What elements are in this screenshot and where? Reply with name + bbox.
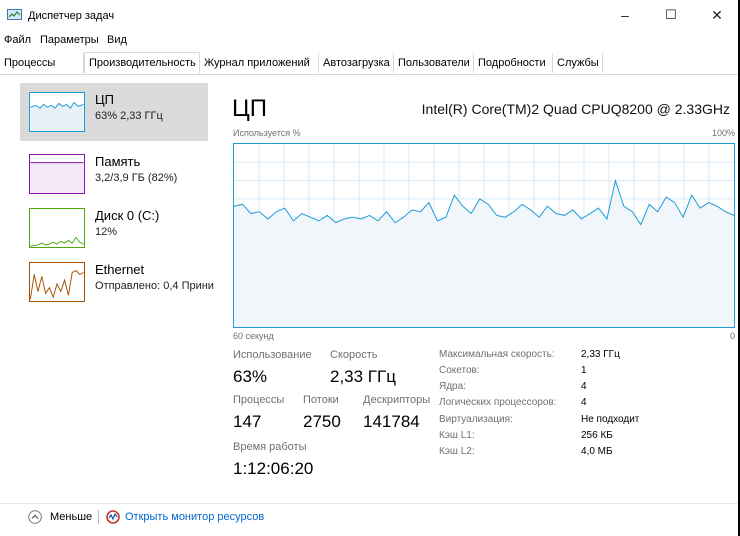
cpu-detail-panel: ЦП Intel(R) Core(TM)2 Quad CPUQ8200 @ 2.…: [218, 75, 738, 495]
tab-app-history[interactable]: Журнал приложений: [200, 53, 319, 73]
threads-label: Потоки: [303, 394, 339, 406]
sidebar-memory-subtitle: 3,2/3,9 ГБ (82%): [95, 172, 178, 184]
sidebar-memory-title: Память: [95, 154, 141, 169]
menu-bar: Файл Параметры Вид: [0, 30, 738, 50]
usage-label: Использование: [233, 349, 312, 361]
title-bar: Диспетчер задач – ☐ ✕: [0, 0, 738, 30]
minimize-button[interactable]: –: [602, 0, 648, 30]
cpu-model-name: Intel(R) Core(TM)2 Quad CPUQ8200 @ 2.33G…: [421, 101, 730, 117]
l2-cache-label: Кэш L2:: [439, 446, 475, 457]
page-title: ЦП: [232, 95, 268, 122]
tab-performance[interactable]: Производительность: [84, 52, 200, 74]
virtualization-label: Виртуализация:: [439, 414, 513, 425]
max-speed-value: 2,33 ГГц: [581, 349, 620, 360]
task-manager-window: Диспетчер задач – ☐ ✕ Файл Параметры Вид…: [0, 0, 738, 536]
menu-file[interactable]: Файл: [4, 34, 31, 46]
task-manager-icon: [7, 9, 22, 20]
menu-view[interactable]: Вид: [107, 34, 127, 46]
handles-value: 141784: [363, 412, 420, 431]
l2-cache-value: 4,0 МБ: [581, 446, 613, 457]
logical-processors-value: 4: [581, 397, 587, 408]
graph-time-label: 60 секунд: [233, 331, 274, 341]
fewer-details-button[interactable]: Меньше: [50, 511, 92, 523]
cpu-usage-graph: [233, 143, 735, 328]
ethernet-thumbnail-graph: [29, 262, 85, 302]
memory-thumbnail-graph: [29, 154, 85, 194]
chevron-up-circle-icon[interactable]: [28, 510, 42, 524]
sidebar-disk-title: Диск 0 (C:): [95, 208, 160, 223]
cores-value: 4: [581, 381, 587, 392]
sidebar-cpu-title: ЦП: [95, 92, 114, 107]
open-resource-monitor-link[interactable]: Открыть монитор ресурсов: [125, 511, 264, 523]
processes-label: Процессы: [233, 394, 285, 406]
sidebar-item-ethernet[interactable]: Ethernet Отправлено: 0,4 Прини: [20, 253, 214, 311]
uptime-label: Время работы: [233, 441, 307, 453]
sidebar-cpu-subtitle: 63% 2,33 ГГц: [95, 110, 163, 122]
sidebar-item-cpu[interactable]: ЦП 63% 2,33 ГГц: [20, 83, 208, 141]
footer-bar: Меньше Открыть монитор ресурсов: [0, 503, 738, 535]
sidebar-item-disk[interactable]: Диск 0 (C:) 12%: [20, 199, 208, 257]
cpu-thumbnail-graph: [29, 92, 85, 132]
menu-options[interactable]: Параметры: [40, 34, 99, 46]
tab-services[interactable]: Службы: [553, 53, 603, 73]
sidebar-disk-subtitle: 12%: [95, 226, 118, 238]
graph-min-label: 0: [729, 331, 735, 341]
virtualization-value: Не подходит: [581, 414, 640, 425]
maximize-button[interactable]: ☐: [648, 0, 694, 30]
speed-label: Скорость: [330, 349, 378, 361]
sockets-value: 1: [581, 365, 587, 376]
handles-label: Дескрипторы: [363, 394, 431, 406]
footer-separator: [98, 510, 99, 524]
tab-processes[interactable]: Процессы: [0, 53, 84, 73]
sidebar-ethernet-title: Ethernet: [95, 262, 145, 277]
window-title: Диспетчер задач: [28, 10, 115, 22]
tab-users[interactable]: Пользователи: [394, 53, 474, 73]
logical-processors-label: Логических процессоров:: [439, 397, 557, 408]
disk-thumbnail-graph: [29, 208, 85, 248]
resource-monitor-icon: [106, 510, 120, 524]
sidebar-ethernet-subtitle: Отправлено: 0,4 Прини: [95, 280, 214, 292]
usage-value: 63%: [233, 367, 268, 386]
tab-startup[interactable]: Автозагрузка: [319, 53, 394, 73]
speed-value: 2,33 ГГц: [330, 367, 396, 386]
sidebar-item-memory[interactable]: Память 3,2/3,9 ГБ (82%): [20, 145, 208, 203]
l1-cache-label: Кэш L1:: [439, 430, 475, 441]
tab-details[interactable]: Подробности: [474, 53, 553, 73]
l1-cache-value: 256 КБ: [581, 430, 613, 441]
threads-value: 2750: [303, 412, 341, 431]
max-speed-label: Максимальная скорость:: [439, 349, 555, 360]
tab-bar: Процессы Производительность Журнал прило…: [0, 52, 738, 75]
graph-y-label: Используется %: [233, 128, 301, 138]
close-button[interactable]: ✕: [694, 0, 738, 30]
sockets-label: Сокетов:: [439, 365, 480, 376]
processes-value: 147: [233, 412, 262, 431]
cores-label: Ядра:: [439, 381, 466, 392]
resource-sidebar: ЦП 63% 2,33 ГГц Память 3,2/3,9 ГБ (82%) …: [0, 75, 218, 490]
uptime-value: 1:12:06:20: [233, 459, 314, 478]
footer-divider: [0, 503, 738, 504]
graph-max-label: 100%: [711, 128, 735, 138]
